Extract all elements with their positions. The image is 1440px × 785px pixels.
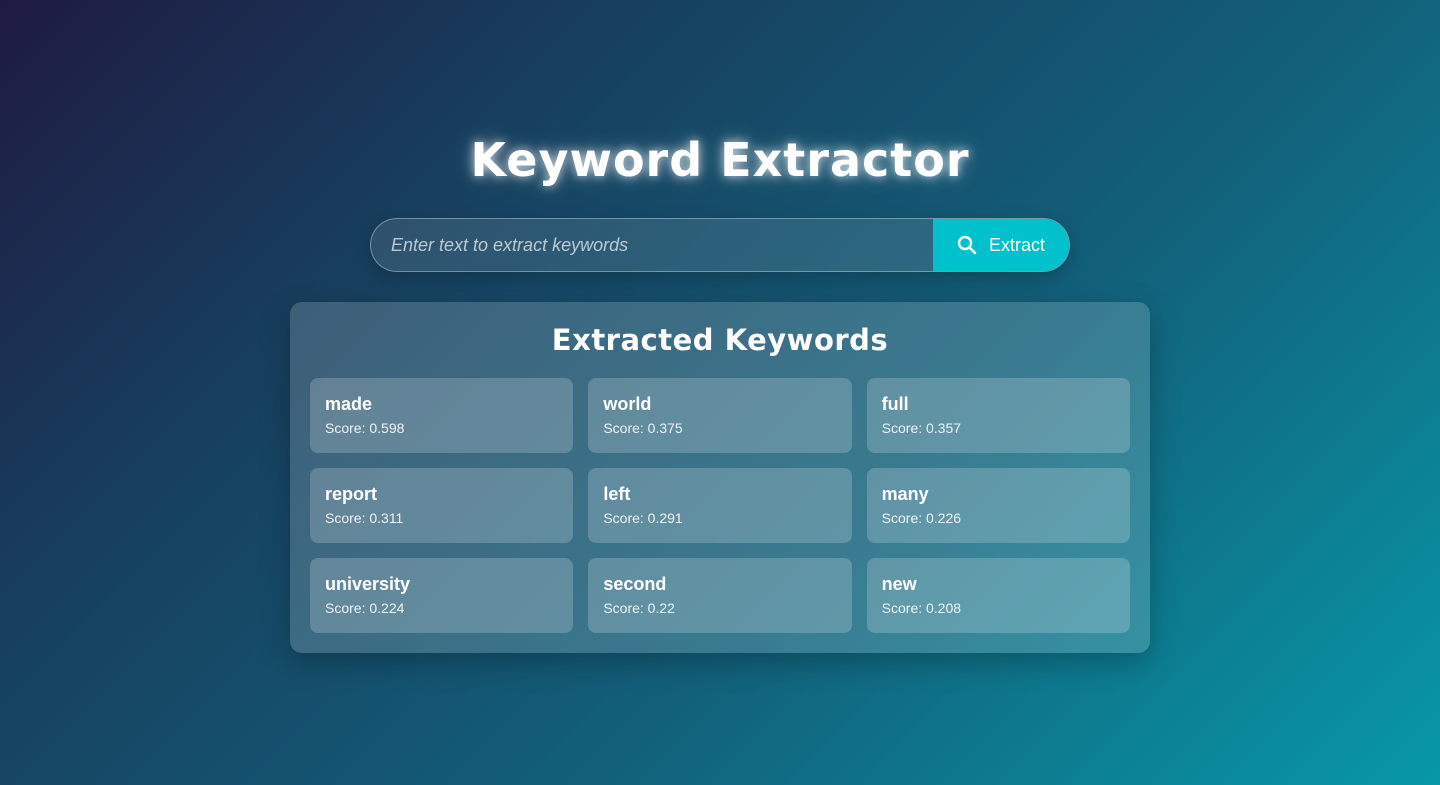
keyword-word: made: [325, 394, 373, 414]
page-title: Keyword Extractor: [470, 133, 970, 187]
keyword-word: full: [881, 394, 909, 414]
keyword-card[interactable]: world Score: 0.375: [588, 378, 852, 453]
search-icon: [957, 235, 977, 255]
keyword-word: new: [881, 574, 917, 594]
keyword-card[interactable]: university Score: 0.224: [310, 558, 574, 633]
search-input[interactable]: [371, 219, 933, 271]
keyword-card[interactable]: report Score: 0.311: [310, 468, 574, 543]
results-panel: Extracted Keywords made Score: 0.598 wor…: [290, 302, 1150, 653]
keyword-score: Score: 0.291: [603, 510, 683, 526]
keyword-score: Score: 0.357: [881, 420, 962, 436]
results-title: Extracted Keywords: [551, 323, 889, 357]
keyword-card[interactable]: full Score: 0.357: [866, 378, 1130, 453]
keyword-word: left: [603, 484, 631, 504]
extract-button-label: Extract: [988, 234, 1045, 255]
keyword-card[interactable]: second Score: 0.22: [588, 558, 852, 633]
keyword-card[interactable]: left Score: 0.291: [588, 468, 852, 543]
keyword-word: second: [603, 574, 667, 594]
keyword-score: Score: 0.598: [325, 420, 405, 436]
keyword-card[interactable]: many Score: 0.226: [866, 468, 1130, 543]
extract-button[interactable]: Extract: [933, 219, 1069, 271]
keyword-score: Score: 0.375: [603, 420, 683, 436]
keyword-word: world: [603, 394, 652, 414]
keyword-word: university: [325, 574, 411, 594]
keyword-score: Score: 0.311: [325, 510, 404, 526]
keyword-score: Score: 0.226: [881, 510, 962, 526]
keyword-card[interactable]: new Score: 0.208: [866, 558, 1130, 633]
keyword-score: Score: 0.208: [881, 600, 962, 616]
keyword-word: many: [881, 484, 929, 504]
keyword-word: report: [325, 484, 378, 504]
keyword-score: Score: 0.22: [603, 600, 675, 616]
keyword-card[interactable]: made Score: 0.598: [310, 378, 574, 453]
keyword-score: Score: 0.224: [325, 600, 405, 616]
keyword-grid: made Score: 0.598 world Score: 0.375 ful…: [310, 378, 1130, 633]
search-bar: Extract: [370, 218, 1070, 272]
